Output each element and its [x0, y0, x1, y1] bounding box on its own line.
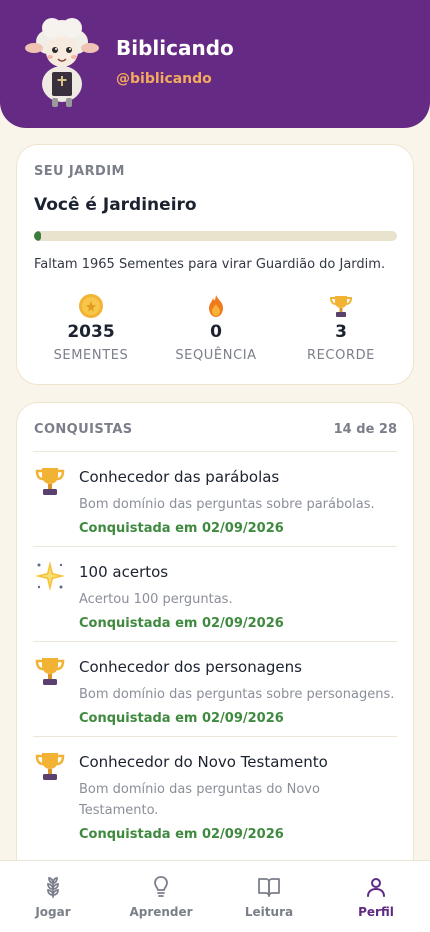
garden-card: SEU JARDIM Você é Jardineiro Faltam 1965… — [16, 144, 414, 385]
nav-label-perfil: Perfil — [358, 905, 394, 919]
trophy-icon — [35, 468, 65, 495]
bottom-nav: Jogar Aprender Leitura Perfil — [0, 860, 430, 932]
app-name: Biblicando — [116, 36, 234, 60]
achievement-date: Conquistada em 02/09/2026 — [79, 521, 284, 536]
lightbulb-icon — [154, 876, 168, 897]
achievements-count: 14 de 28 — [333, 422, 397, 437]
stat-streak-label: SEQUÊNCIA — [175, 348, 257, 363]
garden-progress-fill — [34, 231, 42, 241]
garden-progress-bar — [34, 231, 397, 241]
trophy-icon — [35, 658, 65, 685]
nav-item-leitura[interactable]: Leitura — [219, 875, 319, 919]
achievements-section-label: CONQUISTAS — [34, 422, 133, 437]
profile-header: Biblicando @biblicando — [0, 0, 430, 128]
book-icon — [258, 878, 280, 897]
nav-label-leitura: Leitura — [244, 905, 294, 919]
achievement-description: Bom domínio das perguntas sobre personag… — [79, 687, 395, 702]
achievement-item: Conhecedor das parábolas Bom domínio das… — [33, 451, 397, 546]
achievement-item: 100 acertos Acertou 100 perguntas. Conqu… — [33, 546, 397, 641]
coin-icon — [79, 294, 103, 318]
garden-section-label: SEU JARDIM — [34, 164, 125, 179]
stat-record: 3 RECORDE — [276, 293, 406, 363]
trophy-icon — [35, 753, 65, 780]
stat-streak: 0 SEQUÊNCIA — [151, 293, 281, 363]
achievement-item: Conhecedor do Novo Testamento Bom domíni… — [33, 736, 397, 852]
achievement-description: Bom domínio das perguntas sobre parábola… — [79, 497, 375, 512]
achievement-date: Conquistada em 02/09/2026 — [79, 827, 284, 842]
achievement-date: Conquistada em 02/09/2026 — [79, 711, 284, 726]
achievement-item: Conhecedor dos personagens Bom domínio d… — [33, 641, 397, 736]
garden-stats: 2035 SEMENTES 0 SEQUÊNCIA 3 RECORDE — [17, 293, 415, 373]
sparkle-icon — [35, 561, 65, 591]
nav-item-perfil[interactable]: Perfil — [326, 875, 426, 919]
stat-record-value: 3 — [335, 322, 347, 342]
trophy-icon — [329, 296, 353, 317]
nav-item-jogar[interactable]: Jogar — [3, 875, 103, 919]
wheat-icon — [47, 877, 59, 898]
achievement-title: Conhecedor do Novo Testamento — [79, 753, 328, 771]
achievement-title: Conhecedor das parábolas — [79, 468, 280, 486]
user-handle: @biblicando — [116, 71, 212, 87]
garden-title: Você é Jardineiro — [34, 195, 197, 215]
achievement-description: Acertou 100 perguntas. — [79, 592, 233, 607]
flame-icon — [209, 295, 223, 317]
nav-label-jogar: Jogar — [35, 905, 71, 919]
user-icon — [367, 878, 385, 897]
stat-streak-value: 0 — [210, 322, 222, 342]
stat-seeds-value: 2035 — [67, 322, 115, 342]
stat-seeds-label: SEMENTES — [53, 348, 129, 363]
achievements-list: Conhecedor das parábolas Bom domínio das… — [33, 451, 397, 852]
garden-description: Faltam 1965 Sementes para virar Guardião… — [34, 257, 386, 272]
achievement-description: Bom domínio das perguntas do Novo Testam… — [79, 782, 320, 818]
achievement-title: Conhecedor dos personagens — [79, 658, 302, 676]
achievement-date: Conquistada em 02/09/2026 — [79, 616, 284, 631]
nav-item-aprender[interactable]: Aprender — [111, 875, 211, 919]
nav-label-aprender: Aprender — [129, 905, 193, 919]
stat-seeds: 2035 SEMENTES — [26, 293, 156, 363]
achievement-title: 100 acertos — [79, 563, 169, 581]
achievements-card: CONQUISTAS 14 de 28 Conhecedor das paráb… — [16, 402, 414, 932]
stat-record-label: RECORDE — [306, 348, 375, 363]
sheep-avatar-icon — [25, 18, 99, 107]
